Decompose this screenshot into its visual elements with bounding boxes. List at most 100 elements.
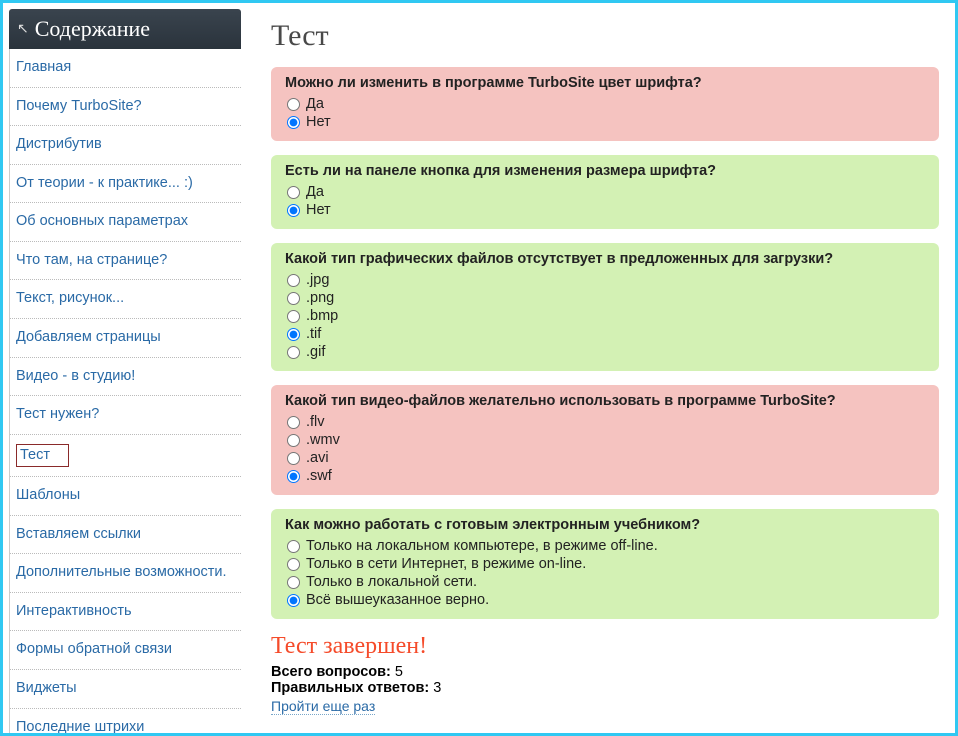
option-label: .bmp [306, 308, 338, 324]
option-label: .png [306, 290, 334, 306]
sidebar-item[interactable]: Последние штрихи [10, 709, 241, 736]
option-radio[interactable] [287, 116, 300, 129]
option-radio[interactable] [287, 416, 300, 429]
option-radio[interactable] [287, 328, 300, 341]
option-radio[interactable] [287, 204, 300, 217]
sidebar-item[interactable]: Вставляем ссылки [10, 516, 241, 555]
option-radio[interactable] [287, 470, 300, 483]
option-label: Да [306, 96, 324, 112]
sidebar-item[interactable]: От теории - к практике... :) [10, 165, 241, 204]
option-label: Всё вышеуказанное верно. [306, 592, 489, 608]
option-radio[interactable] [287, 452, 300, 465]
sidebar-item-label: Виджеты [16, 680, 77, 696]
app-frame: ↖ Содержание Главная Почему TurboSite? Дис… [0, 0, 958, 736]
option-radio[interactable] [287, 576, 300, 589]
option-row[interactable]: .gif [285, 343, 925, 361]
option-radio[interactable] [287, 346, 300, 359]
sidebar-item[interactable]: Дистрибутив [10, 126, 241, 165]
option-row[interactable]: Да [285, 95, 925, 113]
sidebar-header: ↖ Содержание [9, 9, 241, 49]
sidebar-item[interactable]: Шаблоны [10, 477, 241, 516]
option-radio[interactable] [287, 98, 300, 111]
sidebar-title: Содержание [35, 16, 150, 42]
option-row[interactable]: .bmp [285, 307, 925, 325]
sidebar-item-label: Дистрибутив [16, 136, 102, 152]
option-label: Только в локальной сети. [306, 574, 477, 590]
question-block: Какой тип графических файлов отсутствует… [271, 243, 939, 371]
sidebar-item[interactable]: Главная [10, 49, 241, 88]
option-radio[interactable] [287, 434, 300, 447]
option-row[interactable]: Да [285, 183, 925, 201]
result-total: Всего вопросов: 5 [271, 664, 939, 680]
option-label: .swf [306, 468, 332, 484]
sidebar: ↖ Содержание Главная Почему TurboSite? Дис… [9, 9, 241, 727]
option-label: Нет [306, 202, 331, 218]
sidebar-item[interactable]: Что там, на странице? [10, 242, 241, 281]
option-row[interactable]: .wmv [285, 431, 925, 449]
sidebar-item[interactable]: Формы обратной связи [10, 631, 241, 670]
questions-container: Можно ли изменить в программе TurboSite … [271, 67, 939, 619]
sidebar-item-label: Что там, на странице? [16, 252, 167, 268]
option-row[interactable]: Нет [285, 113, 925, 131]
option-row[interactable]: Нет [285, 201, 925, 219]
option-label: Только на локальном компьютере, в режиме… [306, 538, 658, 554]
question-block: Как можно работать с готовым электронным… [271, 509, 939, 619]
sidebar-nav: Главная Почему TurboSite? Дистрибутив От те… [9, 49, 241, 736]
option-radio[interactable] [287, 274, 300, 287]
sidebar-item-label: Шаблоны [16, 487, 80, 503]
question-text: Есть ли на панеле кнопка для изменения р… [285, 163, 925, 179]
main-content: Тест Можно ли изменить в программе Turbo… [241, 9, 947, 727]
option-label: .wmv [306, 432, 340, 448]
sidebar-item-label: Тест [16, 444, 69, 468]
retry-link[interactable]: Пройти еще раз [271, 698, 375, 715]
question-block: Есть ли на панеле кнопка для изменения р… [271, 155, 939, 229]
page-title: Тест [271, 19, 939, 53]
sidebar-item-label: От теории - к практике... :) [16, 175, 193, 191]
sidebar-item-label: Интерактивность [16, 603, 132, 619]
sidebar-item[interactable]: Дополнительные возможности. [10, 554, 241, 593]
question-text: Можно ли изменить в программе TurboSite … [285, 75, 925, 91]
sidebar-item-label: Об основных параметрах [16, 213, 188, 229]
sidebar-item-label: Почему TurboSite? [16, 98, 142, 114]
option-row[interactable]: Только в локальной сети. [285, 573, 925, 591]
option-row[interactable]: .swf [285, 467, 925, 485]
sidebar-item[interactable]: Об основных параметрах [10, 203, 241, 242]
results-block: Тест завершен! Всего вопросов: 5 Правиль… [271, 633, 939, 715]
sidebar-item[interactable]: Интерактивность [10, 593, 241, 632]
option-label: Нет [306, 114, 331, 130]
sidebar-item[interactable]: Добавляем страницы [10, 319, 241, 358]
option-row[interactable]: Только в сети Интернет, в режиме on-line… [285, 555, 925, 573]
sidebar-item[interactable]: Текст, рисунок... [10, 280, 241, 319]
sidebar-item[interactable]: Почему TurboSite? [10, 88, 241, 127]
option-radio[interactable] [287, 292, 300, 305]
option-row[interactable]: .jpg [285, 271, 925, 289]
sidebar-item-label: Главная [16, 59, 71, 75]
option-radio[interactable] [287, 186, 300, 199]
question-text: Какой тип графических файлов отсутствует… [285, 251, 925, 267]
sidebar-item-label: Вставляем ссылки [16, 526, 141, 542]
sidebar-item-label: Тест нужен? [16, 406, 99, 422]
option-radio[interactable] [287, 540, 300, 553]
option-row[interactable]: .png [285, 289, 925, 307]
question-text: Как можно работать с готовым электронным… [285, 517, 925, 533]
option-row[interactable]: .avi [285, 449, 925, 467]
question-block: Какой тип видео-файлов желательно исполь… [271, 385, 939, 495]
option-label: .jpg [306, 272, 329, 288]
option-row[interactable]: .flv [285, 413, 925, 431]
option-label: .gif [306, 344, 325, 360]
option-radio[interactable] [287, 594, 300, 607]
sidebar-item[interactable]: Тест [10, 435, 241, 478]
sidebar-item[interactable]: Тест нужен? [10, 396, 241, 435]
option-radio[interactable] [287, 558, 300, 571]
sidebar-item[interactable]: Видео - в студию! [10, 358, 241, 397]
option-row[interactable]: .tif [285, 325, 925, 343]
sidebar-item-label: Дополнительные возможности. [16, 564, 227, 580]
option-radio[interactable] [287, 310, 300, 323]
option-row[interactable]: Только на локальном компьютере, в режиме… [285, 537, 925, 555]
sidebar-item[interactable]: Виджеты [10, 670, 241, 709]
sidebar-item-label: Видео - в студию! [16, 368, 135, 384]
result-title: Тест завершен! [271, 633, 939, 660]
question-block: Можно ли изменить в программе TurboSite … [271, 67, 939, 141]
option-label: .avi [306, 450, 329, 466]
option-row[interactable]: Всё вышеуказанное верно. [285, 591, 925, 609]
